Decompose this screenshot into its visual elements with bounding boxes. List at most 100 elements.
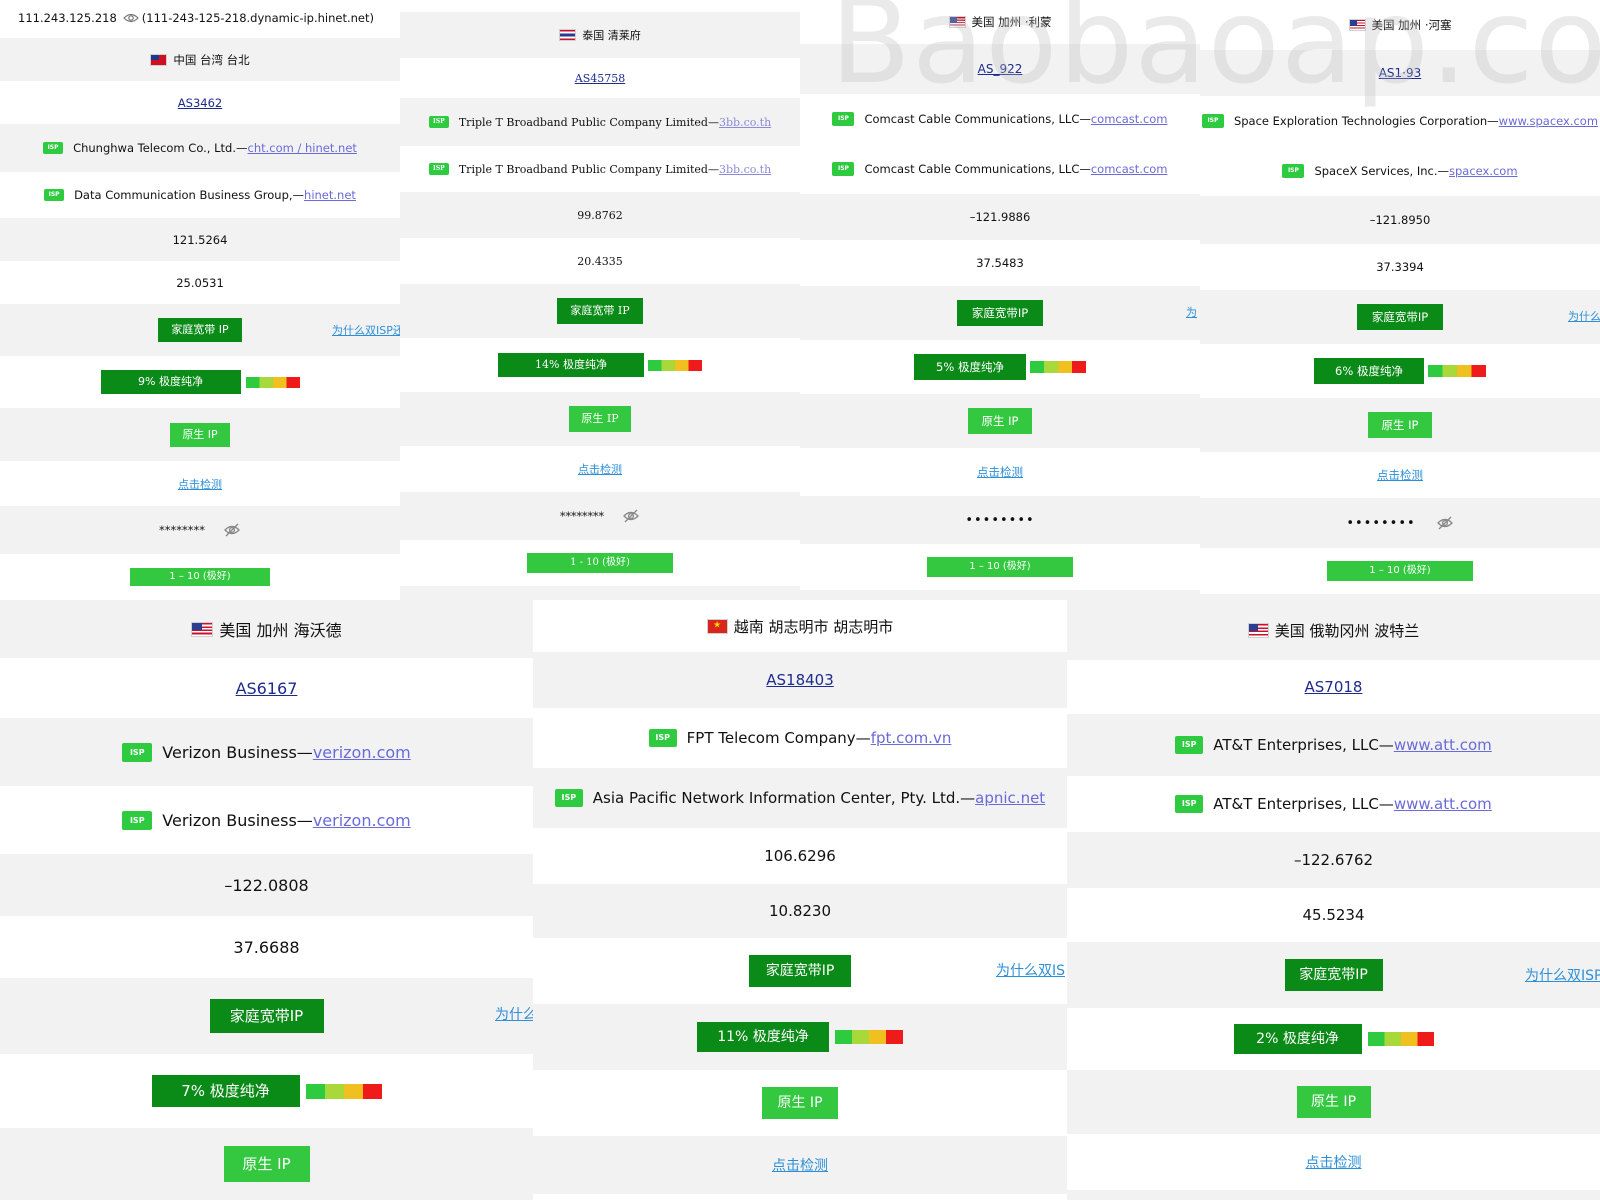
longitude: –122.6762 [1293, 851, 1374, 869]
ip-type-badge: 家庭宽带 IP [557, 298, 643, 324]
ip-type-badge: 家庭宽带IP [957, 300, 1043, 326]
check-row: 点击检测 [1067, 1134, 1600, 1190]
click-to-check-link[interactable]: 点击检测 [178, 476, 222, 492]
longitude: –121.8950 [1369, 213, 1431, 227]
panel-chiang-rai: 泰国 清莱府 AS45758 ISP Triple T Broadband Pu… [400, 0, 800, 600]
masked-value: ******** [159, 523, 205, 537]
location: 中国 台湾 台北 [173, 52, 250, 67]
isp-domain-link[interactable]: fpt.com.vn [871, 729, 952, 747]
why-dual-isp-link[interactable]: 为什么双IS [996, 960, 1065, 980]
click-to-check-link[interactable]: 点击检测 [1377, 467, 1423, 483]
isp-row-2: ISP SpaceX Services, Inc.— spacex.com [1200, 146, 1600, 196]
isp-badge: ISP [428, 163, 449, 175]
why-dual-isp-link[interactable]: 为什么 [1568, 308, 1600, 324]
latitude-row: 25.0531 [0, 261, 400, 304]
isp-domain-link[interactable]: apnic.net [975, 789, 1045, 807]
longitude: –121.9886 [969, 210, 1031, 224]
native-row: 原生 IP [0, 1128, 533, 1200]
isp-name: Asia Pacific Network Information Center,… [592, 789, 976, 807]
ip-type-row: 家庭宽带IP 为什么双ISP [1067, 942, 1600, 1008]
asn-link[interactable]: AS3462 [178, 96, 222, 110]
isp-badge: ISP [832, 162, 855, 176]
longitude: –122.0808 [224, 875, 309, 895]
isp-domain-link[interactable]: verizon.com [313, 811, 411, 830]
purity-badge: 2% 极度纯净 [1233, 1024, 1362, 1054]
longitude-row: 121.5264 [0, 218, 400, 261]
masked-value: •••••••• [965, 512, 1035, 528]
check-row: 点击检测 [400, 446, 800, 492]
ip-type-badge: 家庭宽带IP [209, 999, 324, 1033]
native-ip-badge: 原生 IP [569, 406, 631, 432]
purity-badge: 5% 极度纯净 [914, 354, 1026, 380]
isp-domain-link[interactable]: 3bb.co.th [719, 116, 771, 129]
ip-type-badge: 家庭宽带IP [749, 955, 851, 987]
why-dual-isp-link[interactable]: 为 [1186, 304, 1197, 320]
click-to-check-link[interactable]: 点击检测 [1306, 1152, 1362, 1172]
flag-tw-icon [150, 53, 168, 66]
isp-name: AT&T Enterprises, LLC— [1213, 795, 1394, 813]
masked-row: •••••••• [1200, 498, 1600, 548]
flag-vn-icon [706, 618, 728, 634]
asn-link[interactable]: AS7018 [1305, 678, 1363, 696]
isp-domain-link[interactable]: comcast.com [1091, 162, 1168, 176]
isp-name: AT&T Enterprises, LLC— [1213, 736, 1394, 754]
risk-color-bar [305, 1083, 382, 1099]
ip-type-badge: 家庭宽带IP [1284, 959, 1383, 991]
longitude: 121.5264 [172, 232, 228, 247]
isp-row-1: ISP Verizon Business— verizon.com [0, 718, 533, 786]
isp-domain-link[interactable]: www.spacex.com [1499, 114, 1598, 128]
eye-slash-icon[interactable] [223, 523, 241, 537]
isp-name: Comcast Cable Communications, LLC— [864, 112, 1091, 126]
click-to-check-link[interactable]: 点击检测 [578, 461, 622, 477]
isp-domain-link[interactable]: comcast.com [1091, 112, 1168, 126]
isp-domain-link[interactable]: www.att.com [1394, 795, 1492, 813]
risk-color-bar [835, 1030, 903, 1044]
flag-us-icon [1247, 622, 1269, 638]
asn-link[interactable]: AS6167 [236, 679, 298, 698]
longitude-row: 99.8762 [400, 192, 800, 238]
isp-domain-link[interactable]: verizon.com [313, 743, 411, 762]
click-to-check-link[interactable]: 点击检测 [977, 464, 1023, 480]
eye-icon[interactable] [122, 12, 139, 24]
isp-name: Data Communication Business Group,— [74, 188, 305, 202]
native-ip-badge: 原生 IP [223, 1146, 310, 1182]
why-dual-isp-link[interactable]: 为什么 [495, 1004, 533, 1024]
why-dual-isp-link[interactable]: 为什么双ISP [1525, 965, 1600, 985]
native-row: 原生 IP [800, 394, 1200, 448]
latitude-row: 10.8230 [533, 884, 1067, 938]
bottom-row [400, 586, 800, 600]
native-ip-badge: 原生 IP [1368, 412, 1432, 438]
isp-domain-link[interactable]: www.att.com [1394, 736, 1492, 754]
click-to-check-link[interactable]: 点击检测 [772, 1155, 828, 1175]
latitude-row: 37.5483 [800, 240, 1200, 286]
isp-row-2: ISP Data Communication Business Group,— … [0, 172, 400, 218]
risk-color-bar [1030, 361, 1086, 373]
bottom-row [1067, 1190, 1600, 1200]
isp-domain-link[interactable]: spacex.com [1449, 164, 1518, 178]
ip-type-row: 家庭宽带 IP [400, 284, 800, 338]
isp-row-2: ISP Comcast Cable Communications, LLC— c… [800, 144, 1200, 194]
isp-badge: ISP [1175, 736, 1204, 754]
location: 越南 胡志明市 胡志明市 [733, 617, 894, 636]
isp-row-2: ISP Verizon Business— verizon.com [0, 786, 533, 854]
ip-type-row: 家庭宽带IP 为什么 [1200, 290, 1600, 344]
ip-type-row: 家庭宽带IP 为什么 [0, 978, 533, 1054]
eye-slash-icon[interactable] [1436, 516, 1454, 530]
isp-domain-link[interactable]: cht.com / hinet.net [248, 141, 357, 155]
ip-type-row: 家庭宽带IP 为什么双IS [533, 938, 1067, 1004]
purity-badge: 11% 极度纯净 [697, 1022, 829, 1052]
asn-link[interactable]: AS45758 [575, 72, 625, 85]
ip-type-row: 家庭宽带IP 为 [800, 286, 1200, 340]
asn-row: AS6167 [0, 658, 533, 718]
asn-link[interactable]: AS18403 [766, 671, 834, 689]
isp-domain-link[interactable]: hinet.net [304, 188, 356, 202]
isp-row-1: ISP Triple T Broadband Public Company Li… [400, 98, 800, 146]
eye-slash-icon[interactable] [622, 509, 640, 523]
isp-domain-link[interactable]: 3bb.co.th [719, 163, 771, 176]
masked-value: ******** [560, 509, 604, 523]
score-row: 1 – 10 (极好) [0, 554, 400, 600]
bottom-row [800, 590, 1200, 600]
check-row: 点击检测 [0, 461, 400, 506]
longitude-row: –121.8950 [1200, 196, 1600, 244]
why-dual-isp-link[interactable]: 为什么双ISP还 [332, 322, 400, 338]
